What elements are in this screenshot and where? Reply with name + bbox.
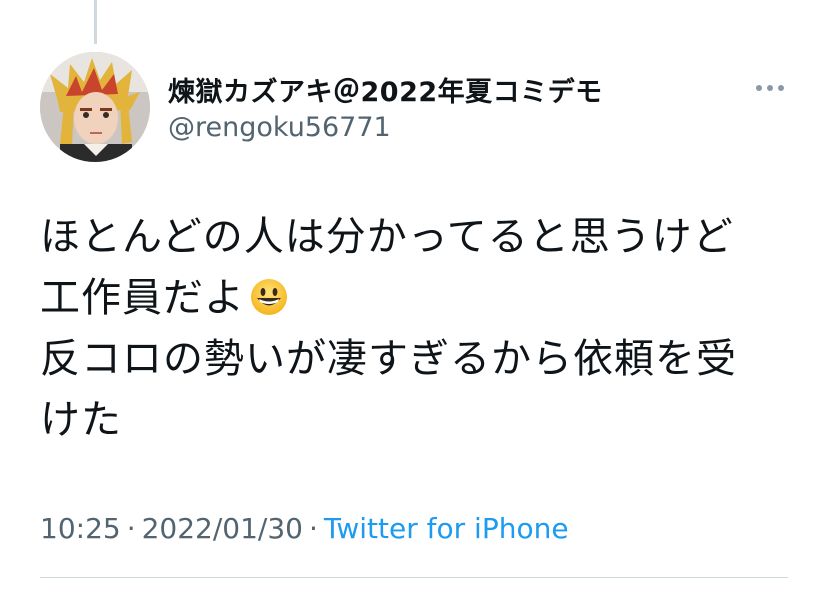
tweet-date[interactable]: 2022/01/30: [142, 512, 303, 545]
user-handle[interactable]: @rengoku56771: [168, 112, 391, 143]
thread-connector-line: [94, 0, 97, 44]
meta-separator: ·: [309, 512, 318, 545]
tweet-text-segment: 工作員だよ: [40, 275, 245, 321]
tweet-metadata: 10:25 · 2022/01/30 · Twitter for iPhone: [40, 512, 569, 545]
more-horizontal-icon[interactable]: [754, 82, 786, 94]
grinning-face-emoji-icon: [251, 279, 287, 315]
avatar[interactable]: [40, 52, 150, 162]
divider: [40, 577, 788, 578]
tweet-text-line: ほとんどの人は分かってると思うけど: [40, 214, 734, 260]
display-name[interactable]: 煉獄カズアキ＠2022年夏コミデモ: [168, 70, 603, 109]
tweet-text-line: 反コロの勢いが凄すぎるから依頼を受: [40, 336, 737, 382]
tweet-text: ほとんどの人は分かってると思うけど 工作員だよ 反コロの勢いが凄すぎるから依頼を…: [40, 207, 800, 451]
meta-separator: ·: [126, 512, 136, 545]
tweet-source-link[interactable]: Twitter for iPhone: [324, 512, 569, 545]
tweet-text-line: 工作員だよ: [40, 268, 800, 329]
tweet-text-line: けた: [40, 397, 122, 443]
tweet-time[interactable]: 10:25: [40, 512, 121, 545]
avatar-image: [40, 52, 150, 162]
